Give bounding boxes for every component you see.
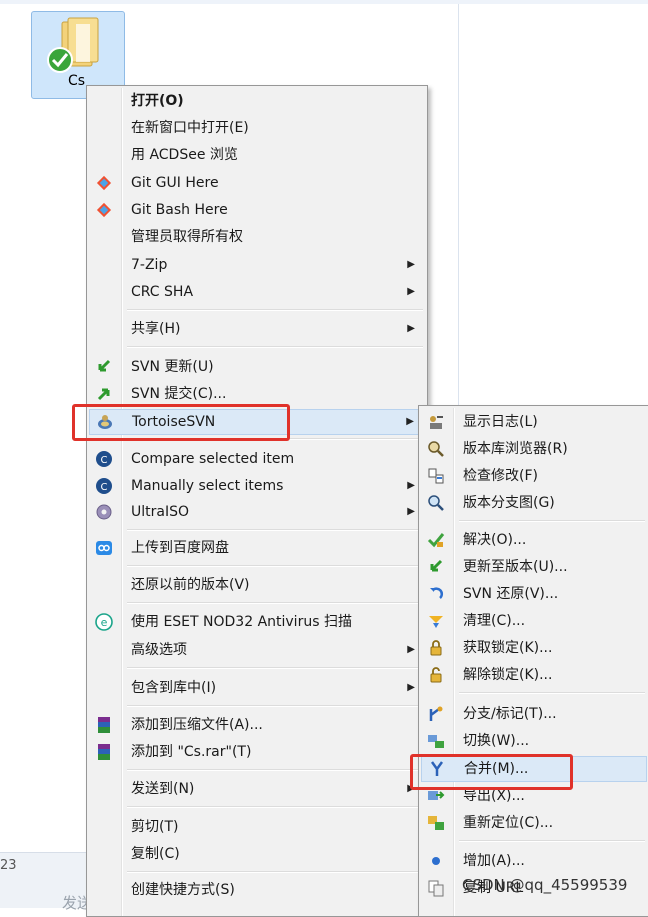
submenu-item-relocate[interactable]: 重新定位(C)...: [421, 811, 647, 835]
menu-item-copy[interactable]: 复制(C): [89, 842, 425, 866]
submenu-item-switch[interactable]: 切换(W)...: [421, 729, 647, 753]
ultraiso-icon: [96, 504, 112, 520]
menu-item-take-ownership[interactable]: 管理员取得所有权: [89, 225, 425, 249]
folder-label: Cs: [68, 73, 86, 89]
context-menu: 打开(O) 在新窗口中打开(E) 用 ACDSee 浏览 Git GUI Her…: [86, 85, 428, 917]
svg-text:C: C: [101, 455, 108, 466]
git-icon: [96, 202, 112, 218]
menu-item-advanced-options[interactable]: 高级选项 ▶: [89, 638, 425, 662]
menu-item-svn-commit[interactable]: SVN 提交(C)...: [89, 382, 425, 406]
svg-text:e: e: [101, 616, 108, 629]
get-lock-icon: [430, 640, 442, 656]
eset-icon: e: [95, 613, 113, 631]
submenu-arrow-icon: ▶: [407, 480, 415, 491]
annotation-box-merge: [410, 754, 573, 790]
release-lock-icon: [430, 667, 442, 683]
baidu-cloud-icon: [96, 541, 112, 555]
cleanup-icon: [429, 616, 443, 628]
menu-item-open-new-window[interactable]: 在新窗口中打开(E): [89, 116, 425, 140]
menu-item-ultraiso[interactable]: UltraISO ▶: [89, 500, 425, 524]
status-text: 23: [0, 858, 17, 873]
update-to-revision-icon: [430, 559, 443, 572]
menu-separator: [127, 871, 423, 873]
submenu-arrow-icon: ▶: [407, 323, 415, 334]
menu-item-git-bash[interactable]: Git Bash Here: [89, 198, 425, 222]
csdn-watermark: CSDN @qq_45599539: [462, 876, 627, 894]
menu-separator: [127, 309, 423, 311]
submenu-arrow-icon: ▶: [406, 416, 414, 427]
compare-icon: C: [96, 451, 112, 467]
menu-separator: [127, 769, 423, 771]
menu-item-baidu-upload[interactable]: 上传到百度网盘: [89, 536, 425, 560]
submenu-item-resolve[interactable]: 解决(O)...: [421, 528, 647, 552]
submenu-item-svn-revert[interactable]: SVN 还原(V)...: [421, 582, 647, 606]
menu-separator: [127, 346, 423, 348]
winrar-icon: [98, 744, 110, 760]
winrar-icon: [98, 717, 110, 733]
submenu-item-branch-tag[interactable]: 分支/标记(T)...: [421, 702, 647, 726]
menu-item-crc-sha[interactable]: CRC SHA ▶: [89, 280, 425, 304]
menu-separator: [459, 520, 645, 522]
switch-icon: [428, 735, 444, 748]
menu-item-manually-select[interactable]: C Manually select items ▶: [89, 474, 425, 498]
submenu-item-repo-browser[interactable]: 版本库浏览器(R): [421, 437, 647, 461]
menu-item-7zip[interactable]: 7-Zip ▶: [89, 253, 425, 277]
explorer-top-strip: [0, 0, 648, 4]
menu-item-svn-update[interactable]: SVN 更新(U): [89, 355, 425, 379]
add-icon: [432, 857, 440, 865]
menu-item-open[interactable]: 打开(O): [89, 89, 425, 113]
submenu-item-add[interactable]: 增加(A)...: [421, 849, 647, 873]
menu-item-git-gui[interactable]: Git GUI Here: [89, 171, 425, 195]
revert-icon: [430, 587, 444, 599]
branch-tag-icon: [429, 706, 443, 721]
relocate-icon: [428, 816, 444, 830]
menu-separator: [127, 602, 423, 604]
menu-item-compare-selected[interactable]: C Compare selected item: [89, 447, 425, 471]
compare-icon: C: [96, 478, 112, 494]
resolve-icon: [427, 533, 445, 548]
menu-item-eset-scan[interactable]: e 使用 ESET NOD32 Antivirus 扫描: [89, 610, 425, 634]
submenu-item-cleanup[interactable]: 清理(C)...: [421, 609, 647, 633]
submenu-item-check-modifications[interactable]: 检查修改(F): [421, 464, 647, 488]
menu-separator: [127, 529, 423, 531]
tortoisesvn-submenu: 显示日志(L) 版本库浏览器(R) 检查修改(F) 版本分支图(G) 解决(O)…: [418, 405, 648, 917]
menu-separator: [127, 667, 423, 669]
watermark-text: CSDN @qq_45599539: [462, 876, 628, 894]
menu-item-create-shortcut[interactable]: 创建快捷方式(S): [89, 878, 425, 902]
repo-browser-icon: [428, 441, 444, 457]
submenu-arrow-icon: ▶: [407, 506, 415, 517]
submenu-arrow-icon: ▶: [407, 682, 415, 693]
svn-commit-icon: [97, 388, 110, 401]
svn-update-icon: [98, 359, 111, 372]
menu-separator: [127, 705, 423, 707]
submenu-arrow-icon: ▶: [407, 644, 415, 655]
menu-item-restore-previous[interactable]: 还原以前的版本(V): [89, 573, 425, 597]
menu-separator: [459, 840, 645, 842]
menu-separator: [459, 692, 645, 694]
submenu-item-revision-graph[interactable]: 版本分支图(G): [421, 491, 647, 515]
submenu-item-release-lock[interactable]: 解除锁定(K)...: [421, 663, 647, 687]
menu-item-share[interactable]: 共享(H) ▶: [89, 317, 425, 341]
copy-url-icon: [428, 880, 444, 897]
annotation-box-tortoisesvn: [72, 404, 290, 441]
check-modifications-icon: [428, 468, 444, 484]
git-icon: [96, 175, 112, 191]
svg-text:C: C: [101, 482, 108, 493]
menu-separator: [127, 806, 423, 808]
revision-graph-icon: [428, 495, 444, 511]
menu-item-include-in-library[interactable]: 包含到库中(I) ▶: [89, 676, 425, 700]
submenu-item-get-lock[interactable]: 获取锁定(K)...: [421, 636, 647, 660]
menu-item-add-to-archive[interactable]: 添加到压缩文件(A)...: [89, 713, 425, 737]
submenu-arrow-icon: ▶: [407, 259, 415, 270]
menu-item-send-to[interactable]: 发送到(N) ▶: [89, 777, 425, 801]
menu-separator: [127, 565, 423, 567]
menu-item-acdsee[interactable]: 用 ACDSee 浏览: [89, 143, 425, 167]
submenu-arrow-icon: ▶: [407, 286, 415, 297]
submenu-item-show-log[interactable]: 显示日志(L): [421, 410, 647, 434]
show-log-icon: [430, 416, 443, 429]
menu-item-add-to-cs-rar[interactable]: 添加到 "Cs.rar"(T): [89, 740, 425, 764]
submenu-item-update-to-revision[interactable]: 更新至版本(U)...: [421, 555, 647, 579]
menu-item-cut[interactable]: 剪切(T): [89, 815, 425, 839]
